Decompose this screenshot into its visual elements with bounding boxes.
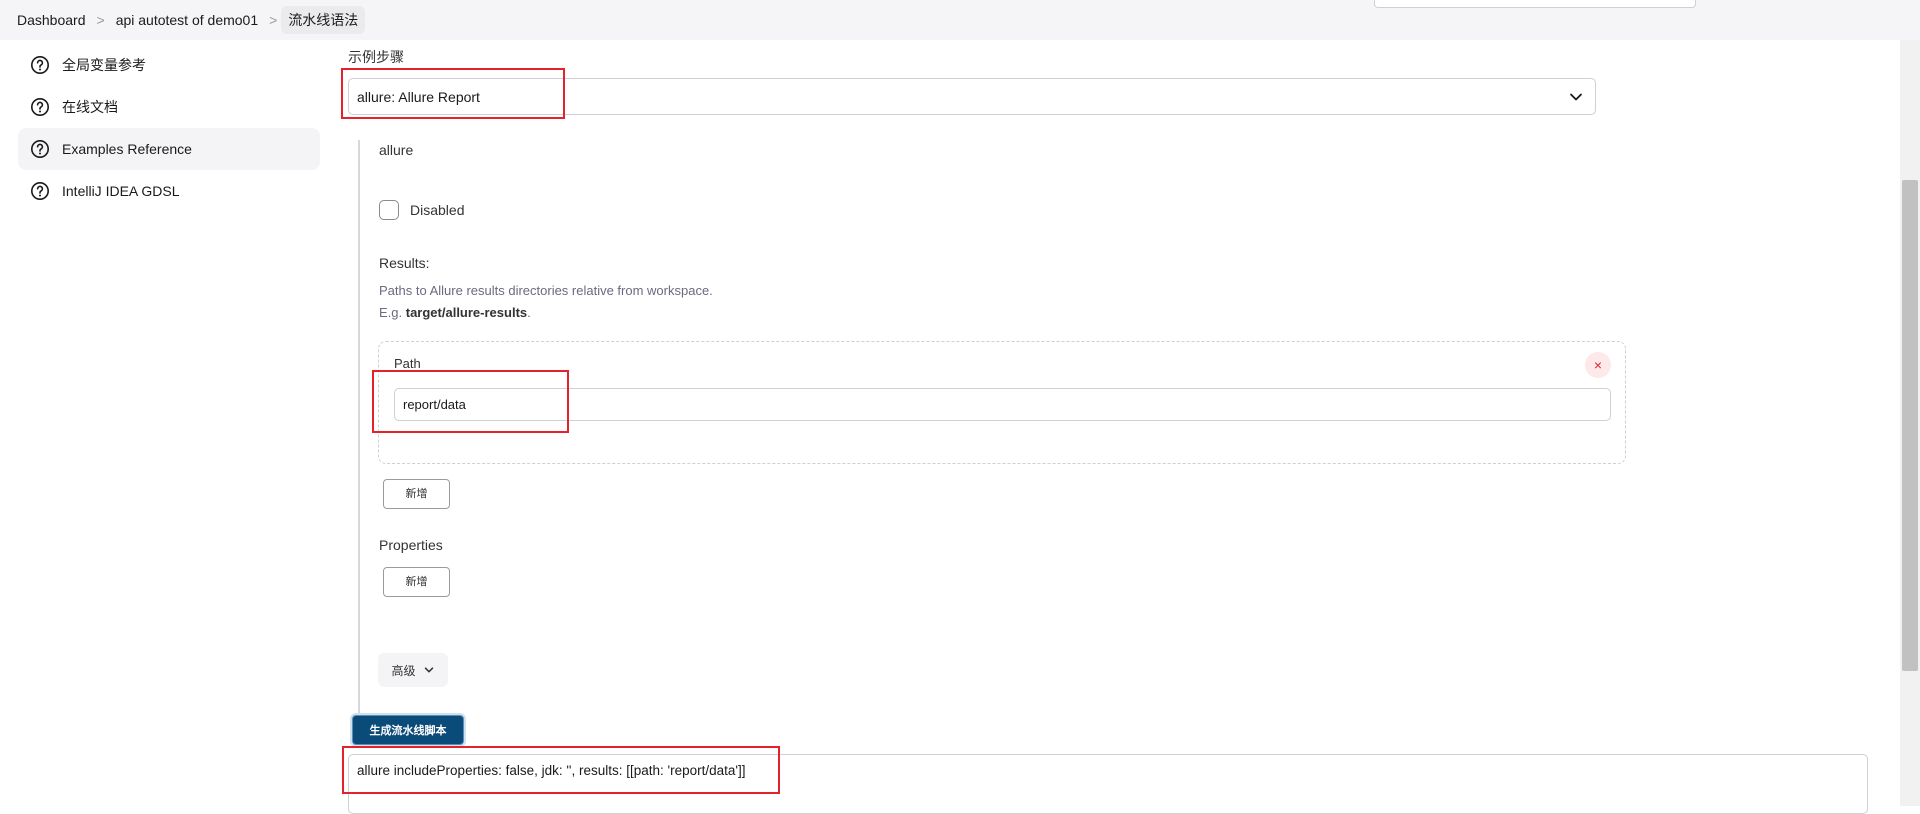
results-label: Results: xyxy=(379,255,430,271)
sidebar-item-intellij-gdsl[interactable]: IntelliJ IDEA GDSL xyxy=(18,170,320,212)
sample-step-select[interactable]: allure: Allure Report xyxy=(348,78,1596,115)
dropdown-panel-edge xyxy=(1374,0,1696,8)
add-result-button[interactable]: 新增 xyxy=(383,479,450,509)
sample-step-select-value: allure: Allure Report xyxy=(357,88,480,105)
scrollbar-thumb[interactable] xyxy=(1902,180,1918,671)
main-content: 示例步骤 allure: Allure Report allure Disabl… xyxy=(348,40,1888,814)
chevron-down-icon xyxy=(1570,93,1582,101)
add-property-button[interactable]: 新增 xyxy=(383,567,450,597)
step-config-divider xyxy=(358,140,360,724)
breadcrumb: Dashboard > api autotest of demo01 > 流水线… xyxy=(10,6,366,34)
sidebar-item-label: 全局变量参考 xyxy=(62,57,146,73)
results-help-line2: E.g. target/allure-results. xyxy=(379,302,713,324)
help-circle-icon xyxy=(31,98,49,116)
help-circle-icon xyxy=(31,182,49,200)
help-circle-icon xyxy=(31,140,49,158)
results-help-prefix: E.g. xyxy=(379,305,406,320)
results-help-line1: Paths to Allure results directories rela… xyxy=(379,283,713,298)
path-label: Path xyxy=(394,356,421,371)
sidebar-item-online-docs[interactable]: 在线文档 xyxy=(18,86,320,128)
sidebar-item-global-variables[interactable]: 全局变量参考 xyxy=(18,44,320,86)
sample-step-label: 示例步骤 xyxy=(348,49,404,65)
step-name: allure xyxy=(379,142,414,158)
results-help-example: target/allure-results xyxy=(405,305,528,320)
sidebar-item-examples-reference[interactable]: Examples Reference xyxy=(18,128,320,170)
sidebar-item-label: Examples Reference xyxy=(62,141,192,157)
delete-path-button[interactable]: × xyxy=(1585,352,1611,378)
disabled-label: Disabled xyxy=(410,202,465,218)
scrollbar[interactable] xyxy=(1900,40,1920,806)
disabled-checkbox[interactable] xyxy=(379,200,399,220)
breadcrumb-dashboard[interactable]: Dashboard xyxy=(10,8,93,32)
chevron-down-icon xyxy=(424,667,433,673)
properties-label: Properties xyxy=(379,537,443,553)
advanced-button-label: 高级 xyxy=(391,663,416,678)
results-help-text: Paths to Allure results directories rela… xyxy=(379,280,713,324)
generate-pipeline-script-button[interactable]: 生成流水线脚本 xyxy=(352,715,464,745)
advanced-button[interactable]: 高级 xyxy=(378,653,448,687)
path-input[interactable]: report/data xyxy=(394,388,1611,421)
sidebar-item-label: IntelliJ IDEA GDSL xyxy=(62,183,180,199)
breadcrumb-pipeline-syntax[interactable]: 流水线语法 xyxy=(281,6,366,34)
breadcrumb-separator-1: > xyxy=(96,12,105,28)
help-circle-icon xyxy=(31,56,49,74)
results-path-entry: Path × report/data xyxy=(378,341,1626,464)
generated-script-output[interactable]: allure includeProperties: false, jdk: ''… xyxy=(348,754,1868,814)
results-help-suffix: . xyxy=(527,305,531,320)
breadcrumb-bar: Dashboard > api autotest of demo01 > 流水线… xyxy=(0,0,1920,40)
sidebar-item-label: 在线文档 xyxy=(62,99,118,115)
sidebar: 全局变量参考 在线文档 Examples Reference IntelliJ … xyxy=(18,44,320,212)
breadcrumb-separator-2: > xyxy=(269,12,278,28)
breadcrumb-project[interactable]: api autotest of demo01 xyxy=(109,8,265,32)
